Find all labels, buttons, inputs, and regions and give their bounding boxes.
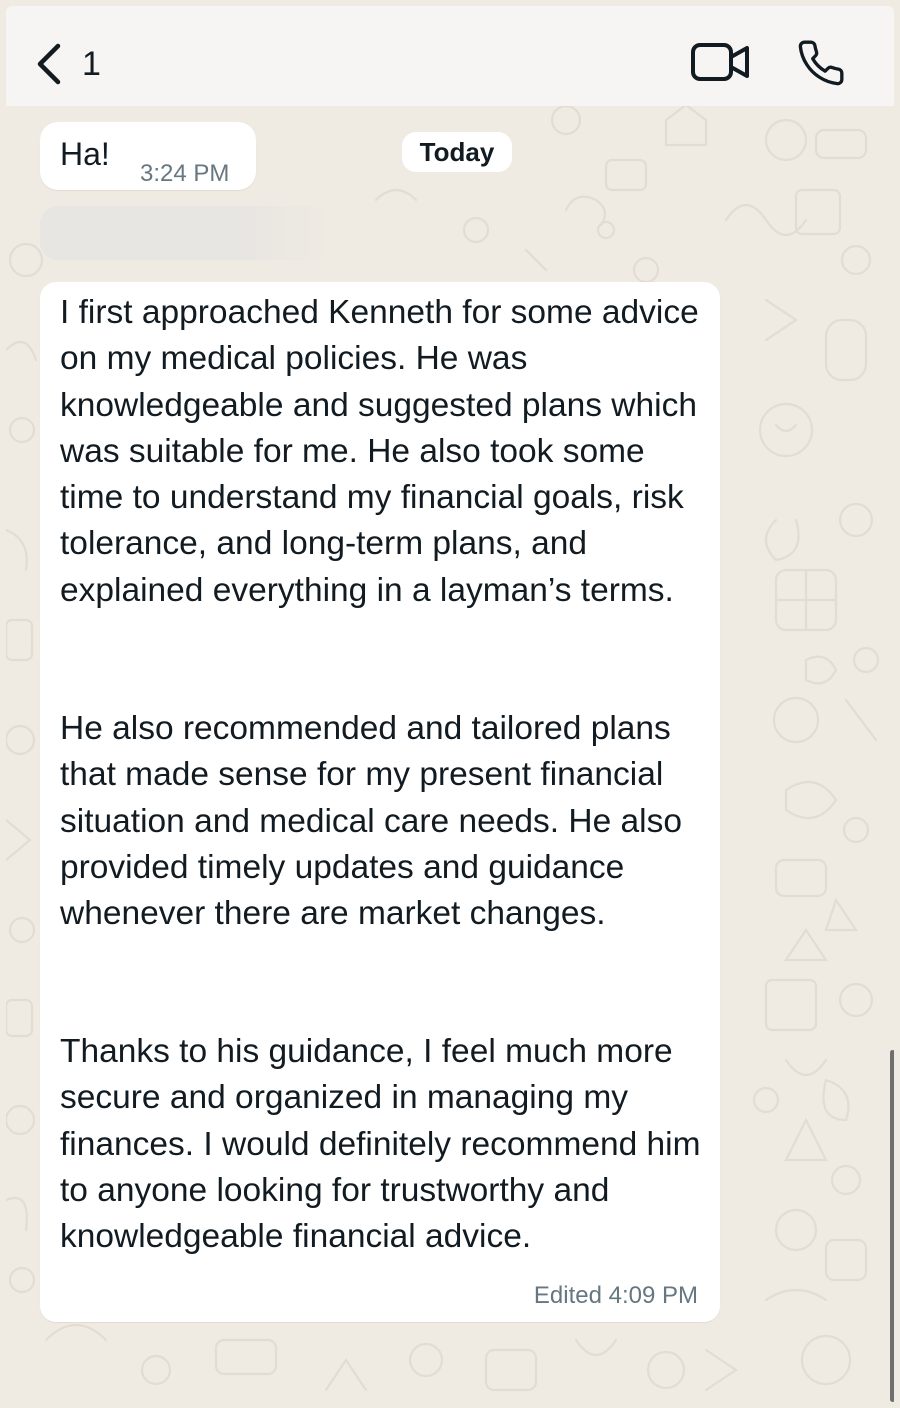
chevron-left-icon [36,42,62,86]
message-paragraph-2: He also recommended and tailored plans t… [60,710,682,933]
message-paragraph-3: Thanks to his guidance, I feel much more… [60,1033,701,1256]
voice-call-button[interactable] [796,38,846,93]
video-call-button[interactable] [690,40,752,89]
message-paragraph-1: I first approached Kenneth for some advi… [60,294,699,609]
chat-area[interactable]: Ha! 3:24 PM Today I first approached Ken… [6,100,894,1402]
unread-count: 1 [82,45,101,83]
message-bubble-testimonial[interactable]: I first approached Kenneth for some advi… [40,282,720,1322]
back-button[interactable]: 1 [36,42,101,86]
phone-call-icon [796,40,846,92]
chat-scrollbar[interactable] [890,1050,894,1402]
message-text: Ha! [60,136,110,172]
video-call-icon [690,43,752,88]
chat-header: 1 [6,6,894,106]
message-bubble-obscured[interactable] [40,206,330,260]
message-edited-time: Edited 4:09 PM [533,1282,698,1309]
message-time: 3:24 PM [140,160,230,187]
date-separator: Today [402,132,512,172]
message-bubble-ha[interactable]: Ha! 3:24 PM [40,122,256,190]
